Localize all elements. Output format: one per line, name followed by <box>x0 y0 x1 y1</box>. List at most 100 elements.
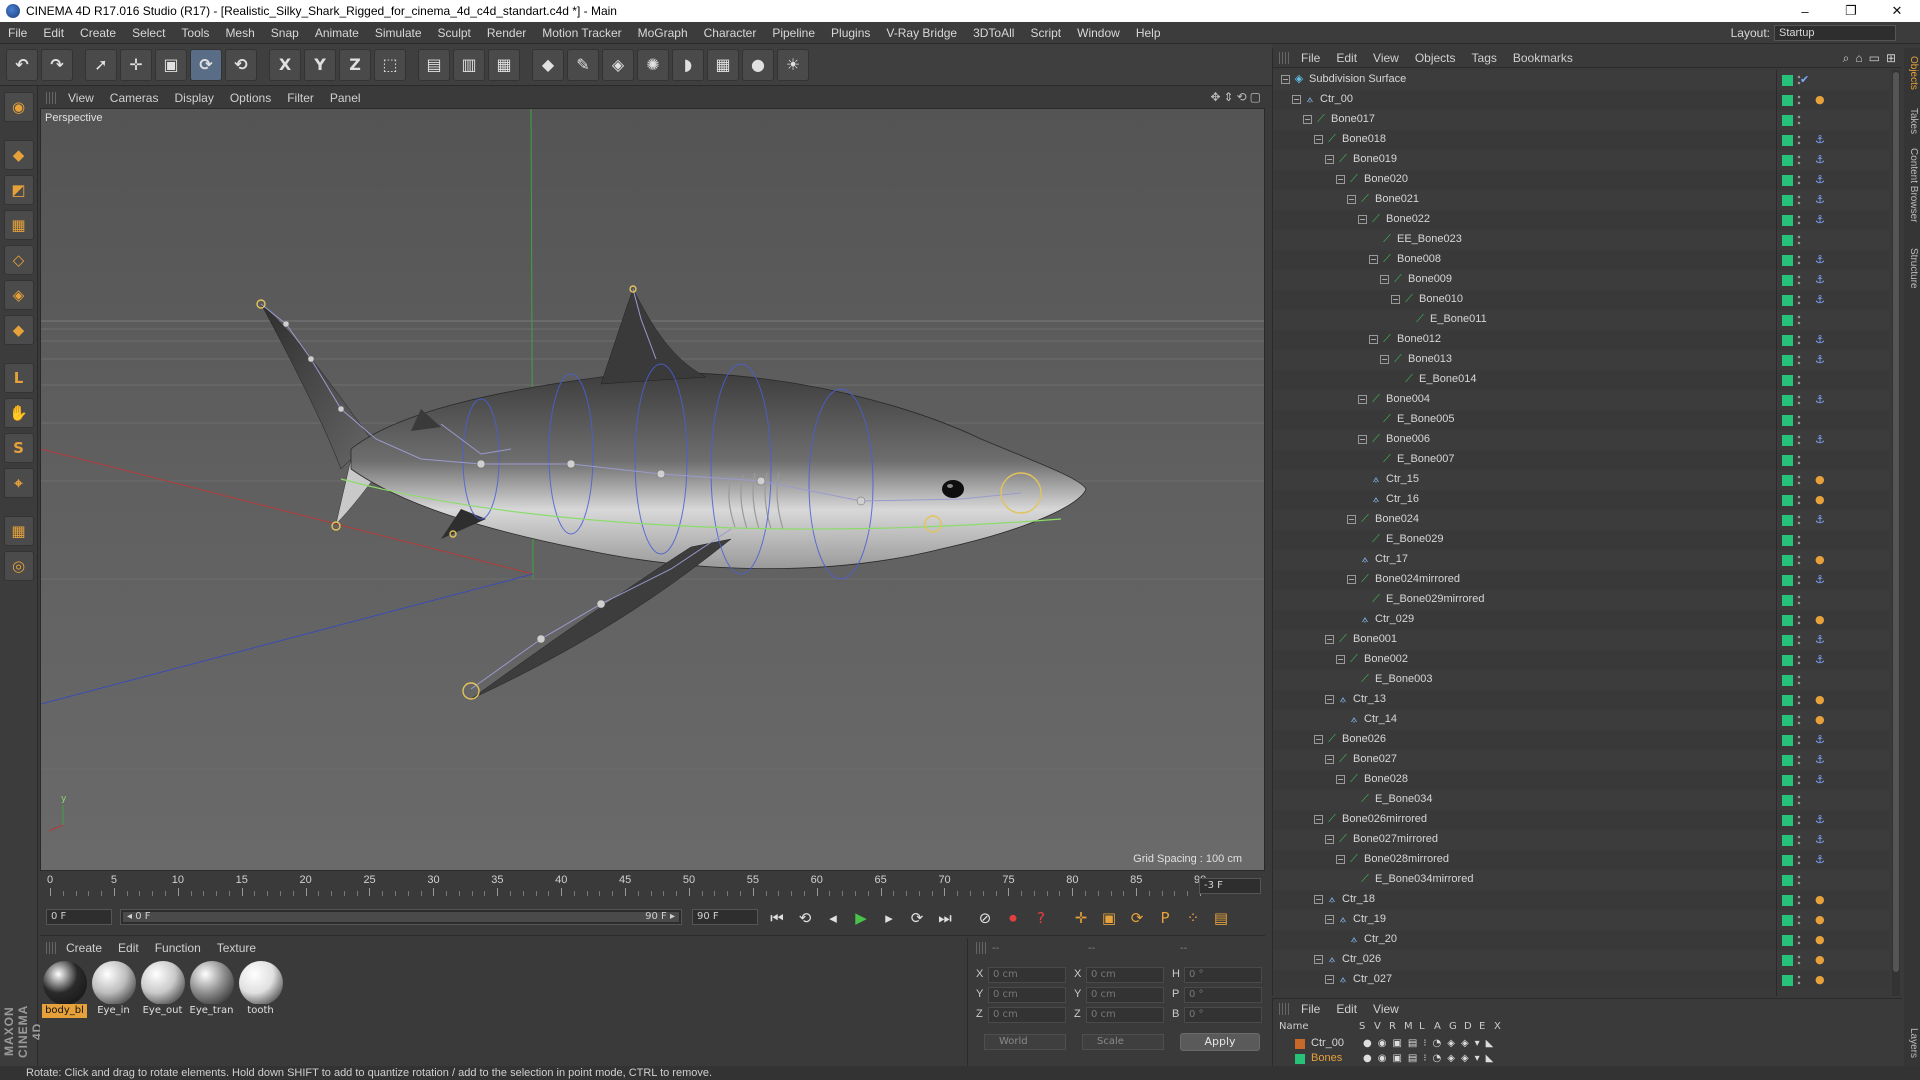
maximize-view-icon[interactable]: ▢ <box>1250 90 1261 104</box>
visibility-dots-icon[interactable] <box>1797 154 1801 166</box>
viewport-menu-filter[interactable]: Filter <box>279 91 322 105</box>
expand-toggle-icon[interactable]: − <box>1369 255 1378 264</box>
locked-workplane-button[interactable]: ◎ <box>3 551 34 581</box>
layer-color-swatch[interactable] <box>1782 835 1793 846</box>
layer-color-swatch[interactable] <box>1782 555 1793 566</box>
tweak-mode-button[interactable]: ✋ <box>3 398 34 428</box>
controller-tag-icon[interactable]: ● <box>1815 713 1825 727</box>
tree-row[interactable]: − ⟋ Bone022 ⚓ <box>1273 210 1889 230</box>
undo-button[interactable]: ↶ <box>6 48 38 81</box>
side-tab-layers[interactable]: Layers <box>1905 1028 1919 1058</box>
search-icon[interactable]: ⌕ <box>1843 51 1850 66</box>
controller-tag-icon[interactable]: ● <box>1815 473 1825 487</box>
controller-tag-icon[interactable]: ● <box>1815 973 1825 987</box>
layer-color-swatch[interactable] <box>1782 435 1793 446</box>
ik-tag-icon[interactable]: ⚓ <box>1815 193 1825 207</box>
deformer-button[interactable]: ◗ <box>672 48 704 81</box>
tree-row[interactable]: − ⟋ Bone028mirrored ⚓ <box>1273 850 1889 870</box>
home-icon[interactable]: ⌂ <box>1855 51 1862 66</box>
edges-mode-button[interactable]: ◈ <box>3 280 34 310</box>
viewport-menu-options[interactable]: Options <box>222 91 279 105</box>
layer-color-swatch[interactable] <box>1782 415 1793 426</box>
move-view-icon[interactable]: ✥ <box>1210 90 1220 104</box>
autokey-button[interactable]: ? <box>1029 906 1053 930</box>
object-menu-file[interactable]: File <box>1293 51 1328 65</box>
layer-row[interactable]: Bones ●◉▣▤⁝◔◈◈▾◣ <box>1273 1051 1903 1066</box>
new-manager-icon[interactable]: ⊞ <box>1886 51 1896 66</box>
tree-row[interactable]: ⟑ Ctr_15 ● <box>1273 470 1889 490</box>
tree-row[interactable]: − ⟋ Bone021 ⚓ <box>1273 190 1889 210</box>
layer-color-swatch[interactable] <box>1782 355 1793 366</box>
expand-toggle-icon[interactable]: − <box>1369 335 1378 344</box>
tree-row[interactable]: ⟑ Ctr_029 ● <box>1273 610 1889 630</box>
viewport-menu-panel[interactable]: Panel <box>322 91 369 105</box>
camera-button[interactable]: ● <box>742 48 774 81</box>
menu-file[interactable]: File <box>0 22 35 44</box>
ik-tag-icon[interactable]: ⚓ <box>1815 213 1825 227</box>
object-menu-edit[interactable]: Edit <box>1328 51 1365 65</box>
coords-z-field[interactable]: 0 cm <box>1086 1007 1164 1023</box>
tree-row[interactable]: − ⟑ Ctr_18 ● <box>1273 890 1889 910</box>
visibility-dots-icon[interactable] <box>1797 274 1801 286</box>
visibility-dots-icon[interactable] <box>1797 794 1801 806</box>
scrollbar-thumb[interactable] <box>1893 72 1899 972</box>
go-to-end-button[interactable]: ⏭ <box>933 906 957 930</box>
menu-script[interactable]: Script <box>1022 22 1069 44</box>
next-keyframe-button[interactable]: ⟳ <box>905 906 929 930</box>
panel-grip-icon[interactable] <box>1279 1003 1289 1015</box>
play-button[interactable]: ▶ <box>849 906 873 930</box>
layer-color-swatch[interactable] <box>1782 715 1793 726</box>
ik-tag-icon[interactable]: ⚓ <box>1815 633 1825 647</box>
visibility-dots-icon[interactable] <box>1797 714 1801 726</box>
layer-color-swatch[interactable] <box>1782 915 1793 926</box>
tree-row[interactable]: − ⟑ Ctr_027 ● <box>1273 970 1889 990</box>
coords-h-field[interactable]: 0 ° <box>1184 967 1262 983</box>
tree-row[interactable]: ⟋ E_Bone029mirrored <box>1273 590 1889 610</box>
tree-row[interactable]: − ⟋ Bone027 ⚓ <box>1273 750 1889 770</box>
perspective-viewport[interactable]: y Perspective Grid Spacing : 100 cm <box>40 108 1265 871</box>
tree-row[interactable]: ⟋ E_Bone011 <box>1273 310 1889 330</box>
go-to-start-button[interactable]: ⏮ <box>765 906 789 930</box>
side-tab-takes[interactable]: Takes <box>1905 108 1919 134</box>
ik-tag-icon[interactable]: ⚓ <box>1815 133 1825 147</box>
expand-toggle-icon[interactable]: − <box>1358 215 1367 224</box>
ik-tag-icon[interactable]: ⚓ <box>1815 173 1825 187</box>
tree-row[interactable]: − ⟋ Bone026mirrored ⚓ <box>1273 810 1889 830</box>
layer-color-swatch[interactable] <box>1782 615 1793 626</box>
visibility-dots-icon[interactable] <box>1797 174 1801 186</box>
object-tree[interactable]: − ◈ Subdivision Surface ✔ − ⟑ Ctr_00 ● − ⟋ Bone017… <box>1273 70 1889 996</box>
solo-mode-button[interactable]: S <box>3 433 34 463</box>
ik-tag-icon[interactable]: ⚓ <box>1815 393 1825 407</box>
tree-row[interactable]: − ⟋ Bone026 ⚓ <box>1273 730 1889 750</box>
layer-color-swatch[interactable] <box>1782 515 1793 526</box>
visibility-dots-icon[interactable] <box>1797 214 1801 226</box>
menu-sculpt[interactable]: Sculpt <box>430 22 479 44</box>
visibility-dots-icon[interactable] <box>1797 334 1801 346</box>
menu-animate[interactable]: Animate <box>307 22 367 44</box>
layer-color-swatch[interactable] <box>1782 675 1793 686</box>
menu-tools[interactable]: Tools <box>173 22 217 44</box>
layer-color-swatch[interactable] <box>1782 735 1793 746</box>
expand-toggle-icon[interactable]: − <box>1325 635 1334 644</box>
scale-dropdown[interactable]: Scale <box>1082 1034 1164 1050</box>
expand-toggle-icon[interactable]: − <box>1314 735 1323 744</box>
workplane-mode-button[interactable]: ▦ <box>3 210 34 240</box>
layer-color-swatch[interactable] <box>1782 255 1793 266</box>
layer-color-swatch[interactable] <box>1782 115 1793 126</box>
expand-toggle-icon[interactable]: − <box>1358 395 1367 404</box>
object-tree-scrollbar[interactable] <box>1892 70 1900 996</box>
tree-row[interactable]: − ⟋ Bone019 ⚓ <box>1273 150 1889 170</box>
render-view-button[interactable]: ▤ <box>418 48 450 81</box>
expand-toggle-icon[interactable]: − <box>1347 575 1356 584</box>
side-tab-structure[interactable]: Structure <box>1905 248 1919 289</box>
make-editable-button[interactable]: ◉ <box>3 92 34 122</box>
tree-row[interactable]: ⟋ E_Bone029 <box>1273 530 1889 550</box>
tree-row[interactable]: − ⟋ Bone010 ⚓ <box>1273 290 1889 310</box>
panel-grip-icon[interactable] <box>46 92 56 104</box>
key-rotation-button[interactable]: ⟳ <box>1125 906 1149 930</box>
expand-toggle-icon[interactable]: − <box>1336 655 1345 664</box>
visibility-dots-icon[interactable] <box>1797 114 1801 126</box>
layer-color-swatch[interactable] <box>1782 975 1793 986</box>
visibility-dots-icon[interactable] <box>1797 594 1801 606</box>
tree-row[interactable]: ⟋ E_Bone034 <box>1273 790 1889 810</box>
